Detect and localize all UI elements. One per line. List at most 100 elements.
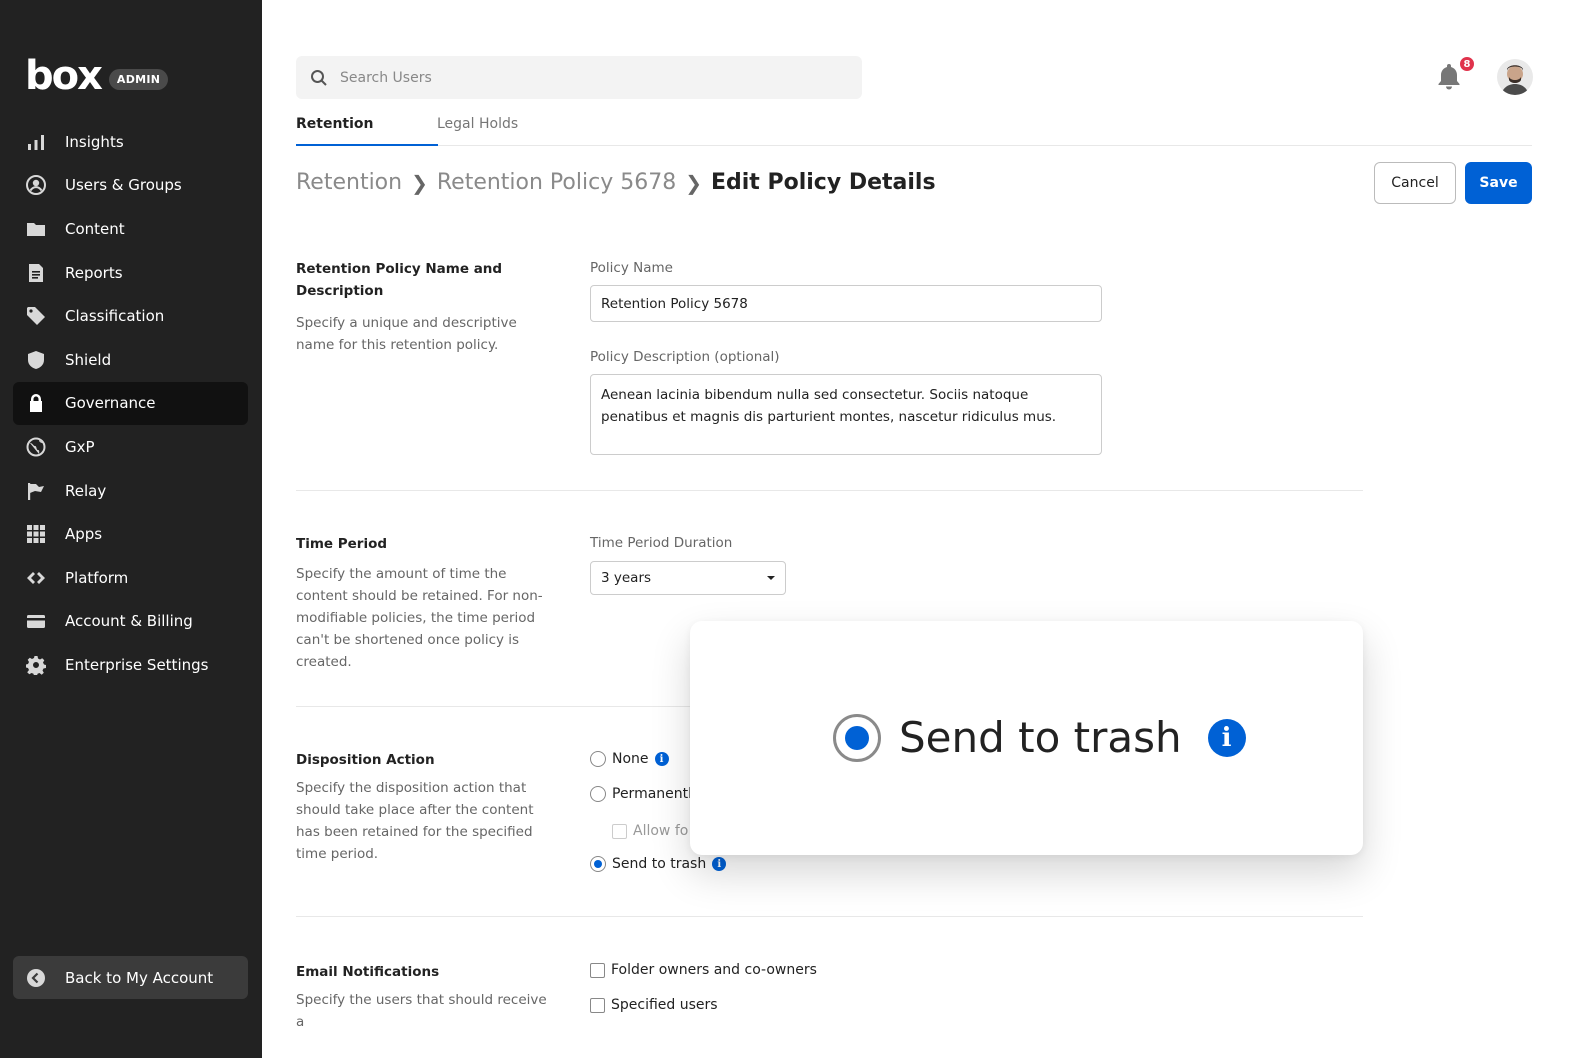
option-label: Folder owners and co-owners xyxy=(611,962,817,978)
disposition-option-none[interactable]: None i xyxy=(590,751,669,767)
email-section-description: Specify the users that should receive a xyxy=(296,992,547,1030)
radio-button[interactable] xyxy=(590,751,606,767)
sidebar-item-label: Enterprise Settings xyxy=(65,655,209,674)
user-avatar-icon xyxy=(1497,59,1533,95)
caret-down-icon xyxy=(767,576,775,580)
user-circle-icon xyxy=(25,174,47,196)
sidebar-item-label: Users & Groups xyxy=(65,176,182,195)
time-period-duration-label: Time Period Duration xyxy=(590,535,733,551)
grid-icon xyxy=(25,523,47,545)
option-label: Send to trash xyxy=(612,856,707,872)
disposition-section-description: Specify the disposition action that shou… xyxy=(296,780,534,862)
checkbox[interactable] xyxy=(590,997,605,1013)
disposition-option-permanently[interactable]: Permanently xyxy=(590,786,700,802)
email-option-specified[interactable]: Specified users xyxy=(590,997,718,1013)
back-to-my-account-button[interactable]: Back to My Account xyxy=(13,956,248,999)
sidebar-item-enterprise-settings[interactable]: Enterprise Settings xyxy=(13,643,248,687)
bar-chart-icon xyxy=(25,131,47,153)
sidebar-item-content[interactable]: Content xyxy=(13,207,248,251)
box-logo: box xyxy=(25,53,103,99)
email-section-title: Email Notifications xyxy=(296,964,440,980)
time-period-select[interactable]: 3 years xyxy=(590,561,786,595)
sidebar-item-label: Governance xyxy=(65,394,156,413)
time-section-description: Specify the amount of time the content s… xyxy=(296,566,543,670)
globe-icon xyxy=(25,436,47,458)
breadcrumb: Retention ❯ Retention Policy 5678 ❯ Edit… xyxy=(296,170,936,195)
sidebar-item-insights[interactable]: Insights xyxy=(13,120,248,164)
name-section-title: Retention Policy Name and Description xyxy=(296,261,503,299)
sidebar-item-gxp[interactable]: GxP xyxy=(13,425,248,469)
disposition-option-trash[interactable]: Send to trash i xyxy=(590,856,727,872)
sidebar-item-classification[interactable]: Classification xyxy=(13,294,248,338)
sidebar-item-label: Insights xyxy=(65,132,124,151)
radio-button-large xyxy=(833,713,881,762)
policy-description-label: Policy Description (optional) xyxy=(590,349,780,365)
policy-name-label: Policy Name xyxy=(590,260,673,276)
sidebar-item-governance[interactable]: Governance xyxy=(13,381,248,426)
search-icon xyxy=(311,69,327,86)
breadcrumb-retention[interactable]: Retention xyxy=(296,170,402,195)
sidebar-item-label: Classification xyxy=(65,307,165,326)
info-icon[interactable]: i xyxy=(654,752,669,766)
sidebar-item-label: Account & Billing xyxy=(65,612,193,631)
sidebar: box ADMIN Insights Users & Groups Conten… xyxy=(0,0,262,1058)
tag-icon xyxy=(25,305,47,327)
code-icon xyxy=(25,567,47,589)
chevron-right-icon: ❯ xyxy=(685,170,702,195)
avatar[interactable] xyxy=(1497,59,1533,95)
radio-button[interactable] xyxy=(590,856,606,872)
disposition-section-title: Disposition Action xyxy=(296,752,435,768)
folder-icon xyxy=(25,218,47,240)
sidebar-item-account-billing[interactable]: Account & Billing xyxy=(13,600,248,644)
info-icon: i xyxy=(1207,718,1246,757)
sidebar-item-label: GxP xyxy=(65,437,95,456)
admin-badge: ADMIN xyxy=(108,68,169,90)
sidebar-item-label: Reports xyxy=(65,263,123,282)
gear-icon xyxy=(25,654,47,676)
section-divider xyxy=(296,490,1363,491)
report-icon xyxy=(25,262,47,284)
email-option-owners[interactable]: Folder owners and co-owners xyxy=(590,962,817,978)
sidebar-item-shield[interactable]: Shield xyxy=(13,338,248,382)
policy-name-input[interactable] xyxy=(590,285,1102,322)
info-icon[interactable]: i xyxy=(712,857,727,871)
lock-icon xyxy=(25,392,47,414)
time-section-title: Time Period xyxy=(296,536,388,552)
sidebar-item-label: Shield xyxy=(65,350,112,369)
option-label: Permanently xyxy=(612,786,701,802)
sidebar-nav: Insights Users & Groups Content Reports … xyxy=(13,120,248,687)
option-label: Allow fo xyxy=(633,823,689,839)
sidebar-item-users-groups[interactable]: Users & Groups xyxy=(13,164,248,208)
shield-icon xyxy=(25,349,47,371)
option-label: Specified users xyxy=(611,997,718,1013)
callout-label: Send to trash xyxy=(899,713,1182,762)
credit-card-icon xyxy=(25,610,47,632)
back-to-my-account-label: Back to My Account xyxy=(65,968,214,987)
notification-count-badge: 8 xyxy=(1458,55,1476,73)
breadcrumb-policy[interactable]: Retention Policy 5678 xyxy=(437,170,676,195)
save-button[interactable]: Save xyxy=(1465,162,1532,204)
tab-legal-holds[interactable]: Legal Holds xyxy=(437,116,518,146)
zoom-callout: Send to trash i xyxy=(690,621,1363,855)
logo[interactable]: box ADMIN xyxy=(25,53,169,99)
tab-bar: Retention Legal Holds xyxy=(296,110,1532,146)
checkbox[interactable] xyxy=(612,823,627,839)
cancel-button[interactable]: Cancel xyxy=(1374,162,1456,204)
chevron-right-icon: ❯ xyxy=(411,170,428,195)
arrow-left-circle-icon xyxy=(25,967,47,989)
sidebar-item-platform[interactable]: Platform xyxy=(13,556,248,600)
time-period-value: 3 years xyxy=(601,570,652,586)
sidebar-item-apps[interactable]: Apps xyxy=(13,512,248,556)
search-bar xyxy=(296,56,862,99)
search-input[interactable] xyxy=(340,69,820,86)
sidebar-item-relay[interactable]: Relay xyxy=(13,469,248,513)
sidebar-item-reports[interactable]: Reports xyxy=(13,251,248,295)
checkbox[interactable] xyxy=(590,962,605,978)
tab-retention[interactable]: Retention xyxy=(296,116,438,146)
sidebar-item-label: Apps xyxy=(65,525,103,544)
page-title: Edit Policy Details xyxy=(710,170,936,195)
radio-button[interactable] xyxy=(590,786,606,802)
sidebar-item-label: Platform xyxy=(65,568,129,587)
policy-description-textarea[interactable]: Aenean lacinia bibendum nulla sed consec… xyxy=(590,374,1102,455)
disposition-option-allow[interactable]: Allow fo xyxy=(612,823,688,839)
